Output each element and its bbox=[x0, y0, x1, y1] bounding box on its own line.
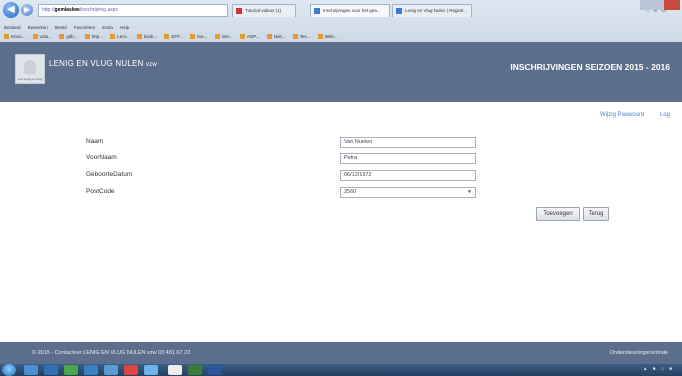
voornaam-label: VoorNaam bbox=[86, 154, 117, 161]
app-taskbar-icon[interactable] bbox=[168, 365, 182, 375]
menu-favorieten[interactable]: Favorieten bbox=[74, 25, 95, 30]
favorite-icon bbox=[59, 34, 65, 40]
menu-help[interactable]: Help bbox=[120, 25, 129, 30]
geboortedatum-label: GeboorteDatum bbox=[86, 171, 133, 178]
favorite-icon bbox=[110, 34, 116, 40]
favorite-item[interactable]: EFF... bbox=[164, 32, 183, 42]
address-prefix: http:// bbox=[42, 7, 55, 13]
favorite-icon bbox=[84, 34, 90, 40]
tab-label: Lenig en Vlug Nulen | Registr... bbox=[405, 8, 467, 13]
tab-label: Tutorial-videos (1) bbox=[245, 8, 282, 13]
app-taskbar-icon[interactable] bbox=[64, 365, 78, 375]
favorite-item[interactable]: nier... bbox=[214, 32, 233, 42]
favorite-icon bbox=[266, 34, 272, 40]
favorite-item[interactable]: kank... bbox=[136, 32, 157, 42]
menu-bewerken[interactable]: Bewerken bbox=[28, 25, 48, 30]
menu-bar: Bestand Bewerken Beeld Favorieten Extra … bbox=[0, 23, 682, 32]
windows-taskbar: ▲ ■ ♫ ■ bbox=[0, 364, 682, 376]
system-tray-icons[interactable]: ▲ ■ ♫ ■ bbox=[643, 366, 674, 371]
tab-favicon-icon bbox=[236, 8, 242, 14]
site-footer: © 2015 - Contacteer LENIG EN VLUG NULEN … bbox=[0, 342, 682, 364]
menu-extra[interactable]: Extra bbox=[102, 25, 113, 30]
terug-button[interactable]: Terug bbox=[583, 207, 609, 221]
explorer-taskbar-icon[interactable] bbox=[24, 365, 38, 375]
browser-chrome: ◀ ▶ http://gemlaslwe/inschrijving.aspx T… bbox=[0, 0, 682, 42]
tab-tutorial[interactable]: Tutorial-videos (1) bbox=[232, 4, 296, 17]
app-taskbar-icon[interactable] bbox=[188, 365, 202, 375]
favorite-item[interactable]: Nuit... bbox=[266, 32, 285, 42]
toevoegen-button[interactable]: Toevoegen bbox=[536, 207, 580, 221]
address-host: gemlaslwe bbox=[54, 7, 80, 13]
app-taskbar-icon[interactable] bbox=[144, 365, 158, 375]
menu-bestand[interactable]: Bestand bbox=[4, 25, 21, 30]
logout-link[interactable]: Log bbox=[660, 112, 670, 118]
start-orb-icon[interactable] bbox=[2, 364, 16, 376]
site-logo[interactable]: vzw Lenig en Vlug bbox=[15, 54, 45, 84]
menu-beeld[interactable]: Beeld bbox=[55, 25, 67, 30]
tab-inschrijvingen[interactable]: Inschrijvingen voor het gea... bbox=[310, 4, 390, 17]
site-title-main: LENIG EN VLUG NULEN bbox=[49, 59, 144, 68]
season-title: INSCHRIJVINGEN SEIZOEN 2015 - 2016 bbox=[510, 62, 670, 72]
favorite-icon bbox=[214, 34, 220, 40]
favorite-item[interactable]: ANP... bbox=[239, 32, 259, 42]
ie-taskbar-icon[interactable] bbox=[44, 365, 58, 375]
site-title[interactable]: LENIG EN VLUG NULEN vzw bbox=[49, 59, 157, 68]
close-icon[interactable] bbox=[664, 0, 680, 10]
logo-text: vzw Lenig en Vlug bbox=[18, 77, 43, 81]
tab-favicon-icon bbox=[314, 8, 320, 14]
back-arrow-icon[interactable]: ◀ bbox=[3, 2, 19, 18]
favorite-icon bbox=[164, 34, 170, 40]
app-taskbar-icon[interactable] bbox=[124, 365, 138, 375]
app-taskbar-icon[interactable] bbox=[104, 365, 118, 375]
favorite-item[interactable]: http... bbox=[84, 32, 103, 42]
chevron-down-icon: ▼ bbox=[467, 189, 472, 195]
address-path: /inschrijving.aspx bbox=[79, 7, 118, 13]
tab-label: Inschrijvingen voor het gea... bbox=[323, 8, 381, 13]
maximize-icon[interactable] bbox=[652, 0, 664, 10]
app-taskbar-icon[interactable] bbox=[84, 365, 98, 375]
favorite-icon bbox=[292, 34, 298, 40]
site-title-suffix: vzw bbox=[145, 62, 157, 68]
favorite-item[interactable]: Web... bbox=[317, 32, 338, 42]
favorite-item[interactable]: Leni... bbox=[110, 32, 130, 42]
browser-titlebar: ◀ ▶ http://gemlaslwe/inschrijving.aspx T… bbox=[0, 0, 682, 22]
favorite-item[interactable]: Valu... bbox=[32, 32, 52, 42]
change-password-link[interactable]: Wijzig Paswoord bbox=[600, 112, 644, 118]
postcode-selected-value: 2560 bbox=[344, 189, 357, 195]
favorite-icon bbox=[317, 34, 323, 40]
postcode-label: PostCode bbox=[86, 188, 115, 195]
favorite-icon bbox=[4, 34, 9, 40]
favorites-bar: Knoo... Valu... gdb... http... Leni... k… bbox=[0, 32, 682, 42]
postcode-select[interactable]: 2560 ▼ bbox=[340, 187, 476, 198]
word-taskbar-icon[interactable] bbox=[208, 365, 222, 375]
voornaam-field[interactable]: Petra bbox=[340, 153, 476, 164]
naam-field[interactable]: Van Nuelen bbox=[340, 137, 476, 148]
geboortedatum-field[interactable]: 06/12/1972 bbox=[340, 170, 476, 181]
tab-favicon-icon bbox=[396, 8, 402, 14]
favorite-icon bbox=[239, 34, 245, 40]
tab-registratie[interactable]: Lenig en Vlug Nulen | Registr... bbox=[392, 4, 472, 17]
footer-contact-text: © 2015 - Contacteer LENIG EN VLUG NULEN … bbox=[32, 350, 191, 356]
favorite-icon bbox=[136, 34, 142, 40]
site-header: vzw Lenig en Vlug LENIG EN VLUG NULEN vz… bbox=[0, 42, 682, 102]
favorite-icon bbox=[32, 34, 38, 40]
address-bar[interactable]: http://gemlaslwe/inschrijving.aspx bbox=[38, 4, 228, 17]
minimize-icon[interactable] bbox=[640, 0, 652, 10]
favorite-item[interactable]: gdb... bbox=[59, 32, 78, 42]
favorite-item[interactable]: Knoo... bbox=[4, 32, 25, 42]
favorite-item[interactable]: Tes... bbox=[292, 32, 310, 42]
favorite-icon bbox=[190, 34, 196, 40]
footer-right-link[interactable]: Ondersteuningscentrale bbox=[610, 350, 668, 356]
forward-arrow-icon[interactable]: ▶ bbox=[21, 4, 33, 16]
account-links: Wijzig Paswoord Log bbox=[586, 112, 670, 118]
naam-label: Naam bbox=[86, 138, 104, 145]
browser-window: ◀ ▶ http://gemlaslwe/inschrijving.aspx T… bbox=[0, 0, 682, 376]
favorite-item[interactable]: bor... bbox=[190, 32, 207, 42]
window-controls bbox=[640, 0, 680, 12]
